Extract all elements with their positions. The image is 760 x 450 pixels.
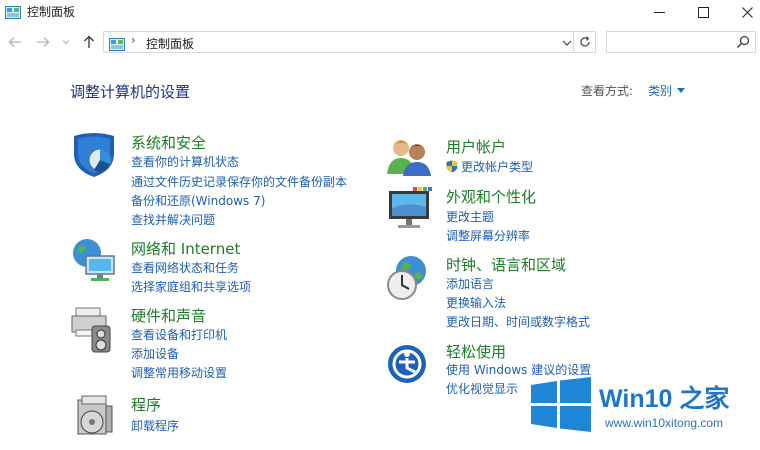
- system-security-icon[interactable]: [70, 130, 120, 180]
- watermark-url: www.win10xitong.com: [605, 416, 724, 430]
- arrow-left-icon: [8, 37, 21, 47]
- category-title[interactable]: 外观和个性化: [446, 186, 536, 207]
- link-network-status[interactable]: 查看网络状态和任务: [131, 259, 239, 276]
- link-date-time-format[interactable]: 更改日期、时间或数字格式: [446, 313, 590, 330]
- link-optimize-visual-display[interactable]: 优化视觉显示: [446, 380, 518, 397]
- programs-icon[interactable]: [70, 392, 120, 442]
- minimize-icon: [653, 11, 665, 13]
- hardware-sound-icon[interactable]: [70, 304, 120, 354]
- breadcrumb-separator: ›: [131, 33, 136, 47]
- category-title[interactable]: 时钟、语言和区域: [446, 254, 566, 275]
- caret-down-icon: [677, 88, 686, 93]
- control-panel-icon: [109, 36, 125, 51]
- link-add-device[interactable]: 添加设备: [131, 345, 179, 362]
- close-icon: [741, 6, 753, 18]
- maximize-button[interactable]: [680, 0, 726, 24]
- appearance-icon[interactable]: [385, 185, 435, 235]
- back-button[interactable]: [6, 33, 24, 51]
- view-by-label: 查看方式:: [581, 84, 634, 98]
- link-label: 更改帐户类型: [461, 160, 534, 174]
- forward-button[interactable]: [34, 33, 52, 51]
- link-troubleshoot[interactable]: 查找并解决问题: [131, 211, 215, 228]
- search-box[interactable]: [606, 31, 756, 53]
- view-by-dropdown[interactable]: 类别: [648, 82, 686, 99]
- user-accounts-icon[interactable]: [385, 134, 435, 184]
- watermark: Win10 之家 www.win10xitong.com: [523, 359, 760, 450]
- category-title[interactable]: 网络和 Internet: [131, 238, 240, 259]
- address-history-button[interactable]: [560, 36, 574, 50]
- link-view-computer-status[interactable]: 查看你的计算机状态: [131, 153, 239, 170]
- link-change-input-method[interactable]: 更换输入法: [446, 294, 506, 311]
- minimize-button[interactable]: [636, 0, 682, 24]
- link-change-account-type[interactable]: 更改帐户类型: [446, 158, 533, 175]
- link-mobility-settings[interactable]: 调整常用移动设置: [131, 364, 227, 381]
- link-screen-resolution[interactable]: 调整屏幕分辨率: [446, 227, 530, 244]
- arrow-up-icon: [84, 35, 94, 48]
- link-file-history[interactable]: 通过文件历史记录保存你的文件备份副本: [131, 173, 347, 190]
- link-add-language[interactable]: 添加语言: [446, 275, 494, 292]
- breadcrumb-control-panel[interactable]: 控制面板: [146, 35, 194, 52]
- address-bar[interactable]: › 控制面板: [103, 31, 596, 53]
- category-title[interactable]: 程序: [131, 394, 161, 415]
- close-button[interactable]: [724, 0, 760, 24]
- network-internet-icon[interactable]: [70, 236, 120, 286]
- up-button[interactable]: [80, 33, 98, 51]
- watermark-brand: Win10 之家: [599, 385, 730, 413]
- search-input[interactable]: [607, 32, 729, 52]
- ease-of-access-icon[interactable]: [385, 340, 435, 390]
- chevron-down-icon: [562, 40, 572, 46]
- category-title[interactable]: 轻松使用: [446, 341, 506, 362]
- link-uninstall-program[interactable]: 卸载程序: [131, 417, 179, 434]
- chevron-down-icon: [62, 40, 70, 45]
- link-homegroup[interactable]: 选择家庭组和共享选项: [131, 278, 251, 295]
- windows-logo-icon: [531, 377, 591, 432]
- uac-shield-icon: [446, 160, 458, 173]
- maximize-icon: [697, 6, 709, 18]
- link-devices-printers[interactable]: 查看设备和打印机: [131, 326, 227, 343]
- refresh-icon: [579, 36, 590, 47]
- page-heading: 调整计算机的设置: [70, 83, 191, 101]
- title-bar: 控制面板: [0, 0, 760, 24]
- arrow-right-icon: [37, 37, 50, 47]
- link-change-theme[interactable]: 更改主题: [446, 208, 494, 225]
- control-panel-icon: [5, 4, 21, 19]
- clock-language-region-icon[interactable]: [385, 253, 435, 303]
- search-icon[interactable]: [736, 35, 750, 49]
- category-title[interactable]: 硬件和声音: [131, 305, 206, 326]
- category-title[interactable]: 用户帐户: [446, 136, 506, 157]
- refresh-button[interactable]: [573, 31, 595, 53]
- link-backup-restore[interactable]: 备份和还原(Windows 7): [131, 192, 265, 209]
- window-title: 控制面板: [27, 5, 76, 19]
- recent-locations-button[interactable]: [60, 33, 72, 51]
- category-title[interactable]: 系统和安全: [131, 132, 206, 153]
- view-by-value: 类别: [648, 84, 673, 98]
- navigation-bar: › 控制面板: [0, 28, 760, 56]
